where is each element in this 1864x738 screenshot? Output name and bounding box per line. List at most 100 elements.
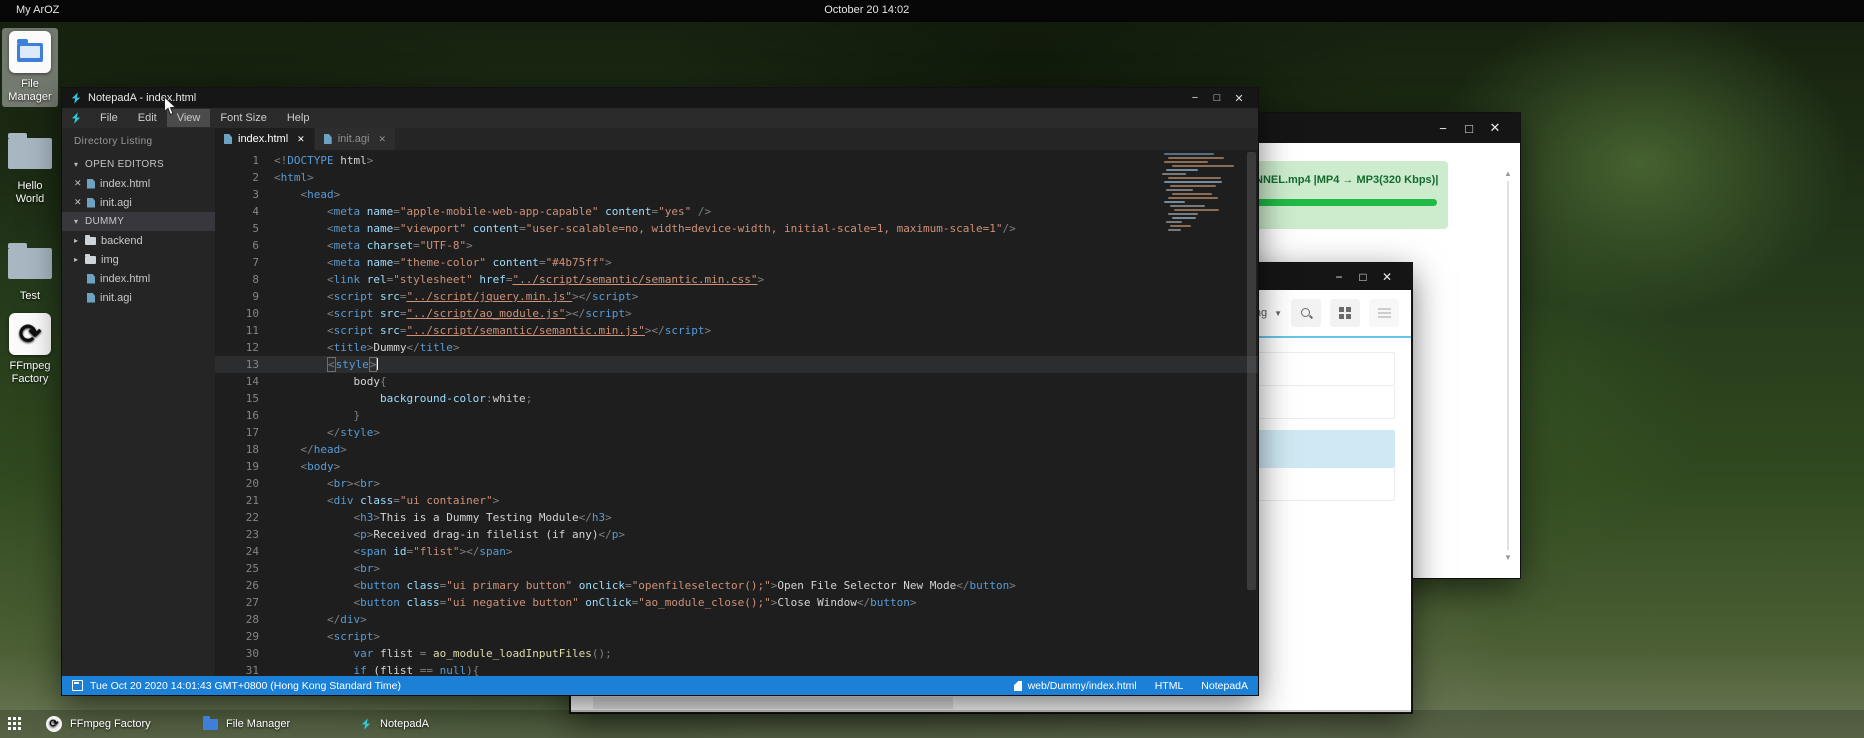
code-line: 4 <meta name="apple-mobile-web-app-capab… [215,203,1258,220]
menu-edit[interactable]: Edit [128,109,167,127]
maximize-icon[interactable]: □ [1456,121,1482,136]
close-icon[interactable]: ✕ [1482,120,1508,136]
code-line: 12 <title>Dummy</title> [215,339,1258,356]
taskbar-item-file-manager[interactable]: File Manager [203,713,290,735]
editor-minimap[interactable] [1162,153,1242,403]
aroz-host-label[interactable]: My ArOZ [16,4,59,16]
code-line: 21 <div class="ui container"> [215,492,1258,509]
text-cursor [377,358,378,370]
directory-tree: ▾OPEN EDITORS✕index.html✕init.agi▾DUMMY▸… [62,155,215,307]
code-text: <br><br> [274,475,380,492]
taskbar-item-notepada[interactable]: NotepadA [360,713,429,735]
document-icon [1014,681,1022,691]
code-text: <link rel="stylesheet" href="../script/s… [274,271,764,288]
maximize-icon[interactable]: □ [1351,270,1375,284]
minimize-icon[interactable]: − [1430,121,1456,136]
sidebar-item-index-html[interactable]: index.html [62,269,215,288]
blue-folder-icon [203,719,218,730]
sidebar-item-label: init.agi [100,292,132,304]
line-number: 17 [215,424,274,441]
scroll-up-icon[interactable]: ▲ [1502,169,1514,178]
folder-icon [8,248,52,279]
editor-scrollbar[interactable] [1247,152,1256,590]
code-line: 25 <br> [215,560,1258,577]
code-text: <meta name="apple-mobile-web-app-capable… [274,203,711,220]
menu-file[interactable]: File [90,109,128,127]
code-line: 28 </div> [215,611,1258,628]
line-number: 7 [215,254,274,271]
minimize-icon[interactable]: − [1184,92,1206,104]
list-view-button[interactable] [1369,299,1399,327]
code-text: </head> [274,441,347,458]
minimize-icon[interactable]: − [1327,270,1351,284]
close-file-icon[interactable]: ✕ [74,178,87,189]
chevron-down-icon: ▾ [74,160,85,169]
app-launcher-grid-icon[interactable] [8,717,23,732]
sidebar-item-label: index.html [100,178,150,190]
desktop-icon-hello-world[interactable]: Hello World [2,126,58,209]
ffmpeg-scrollbar[interactable]: ▲ ▼ [1502,169,1514,562]
taskbar-item-label: FFmpeg Factory [70,718,151,730]
status-datetime: Tue Oct 20 2020 14:01:43 GMT+0800 (Hong … [90,680,401,692]
code-text: background-color:white; [274,390,532,407]
code-line: 17 </style> [215,424,1258,441]
sidebar-item-init-agi[interactable]: init.agi [62,288,215,307]
taskbar-item-ffmpeg-factory[interactable]: ⟳FFmpeg Factory [46,713,151,735]
close-icon[interactable]: ✕ [1228,92,1250,105]
line-number: 9 [215,288,274,305]
scroll-down-icon[interactable]: ▼ [1502,553,1514,562]
tab-label: init.agi [338,133,370,145]
mouse-cursor [163,96,177,121]
tab-init-agi[interactable]: init.agi ✕ [315,128,395,150]
notepada-logo-icon [70,92,82,104]
code-editor[interactable]: 1<!DOCTYPE html>2<html>3 <head>4 <meta n… [215,150,1258,676]
status-language: HTML [1155,680,1184,692]
sidebar-item-label: img [101,254,119,266]
desktop-icon-file-manager[interactable]: File Manager [2,28,58,107]
menu-help[interactable]: Help [277,109,320,127]
code-line: 24 <span id="flist"></span> [215,543,1258,560]
sidebar-section-open-editors[interactable]: ▾OPEN EDITORS [62,155,215,174]
desktop-icon-ffmpeg-factory[interactable]: ⟳FFmpeg Factory [2,310,58,389]
app-tile: ⟳ [9,313,51,355]
sidebar-item-init-agi[interactable]: ✕init.agi [62,193,215,212]
close-file-icon[interactable]: ✕ [74,197,87,208]
directory-sidebar: Directory Listing ▾OPEN EDITORS✕index.ht… [62,128,215,676]
notepada-titlebar[interactable]: NotepadA - index.html −□✕ [62,88,1258,108]
code-text: <p>Received drag-in filelist (if any)</p… [274,526,625,543]
sidebar-section-dummy[interactable]: ▾DUMMY [62,212,215,231]
code-text: <head> [274,186,340,203]
search-button[interactable] [1291,299,1321,327]
code-line: 3 <head> [215,186,1258,203]
file-icon [87,179,95,189]
line-number: 28 [215,611,274,628]
code-text: <meta name="theme-color" content="#4b75f… [274,254,612,271]
close-tab-icon[interactable]: ✕ [378,134,386,145]
grid-view-button[interactable] [1330,299,1360,327]
sidebar-item-img[interactable]: ▸ img [62,250,215,269]
sidebar-item-index-html[interactable]: ✕ index.html [62,174,215,193]
code-text: <script src="../script/semantic/semantic… [274,322,711,339]
editor-tab-bar: index.html✕ init.agi ✕ [215,128,1258,150]
tab-index-html[interactable]: index.html✕ [215,128,314,150]
maximize-icon[interactable]: □ [1206,92,1228,104]
close-tab-icon[interactable]: ✕ [297,134,305,145]
code-text: <div class="ui container"> [274,492,499,509]
code-line: 11 <script src="../script/semantic/seman… [215,322,1258,339]
chevron-right-icon[interactable]: ▸ [74,255,85,264]
chevron-right-icon[interactable]: ▸ [74,236,85,245]
notepada-logo-icon [360,718,372,730]
menu-font-size[interactable]: Font Size [210,109,276,127]
line-number: 24 [215,543,274,560]
convert-arrows-icon: ⟳ [19,321,42,348]
code-line: 30 var flist = ao_module_loadInputFiles(… [215,645,1258,662]
close-icon[interactable]: ✕ [1375,270,1399,284]
desktop-icon-label: Hello World [3,180,57,206]
code-text: if (flist == null){ [274,662,479,676]
sidebar-item-backend[interactable]: ▸backend [62,231,215,250]
code-line: 23 <p>Received drag-in filelist (if any)… [215,526,1258,543]
calendar-icon [72,680,83,691]
code-line: 31 if (flist == null){ [215,662,1258,676]
desktop-icon-test[interactable]: Test [2,236,58,306]
code-line: 7 <meta name="theme-color" content="#4b7… [215,254,1258,271]
